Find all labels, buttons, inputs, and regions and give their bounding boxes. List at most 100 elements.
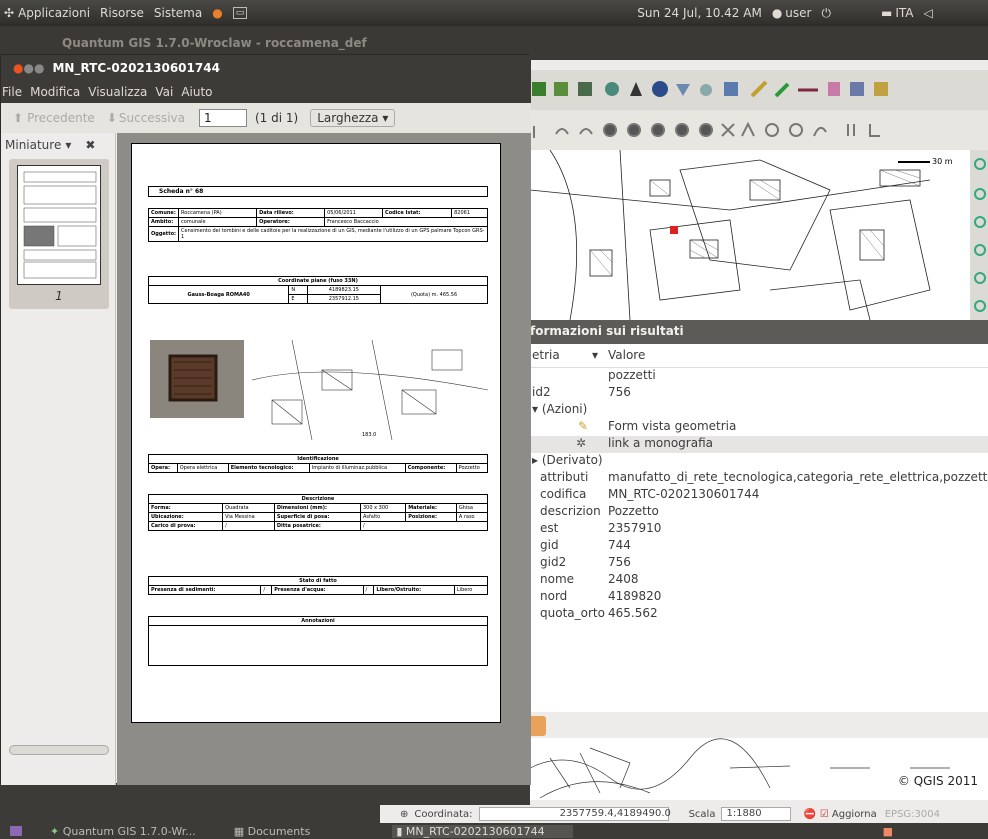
attr-row[interactable]: nord 4189820 xyxy=(530,589,988,606)
doc-label: Comune: xyxy=(147,208,180,218)
stop-render-icon[interactable]: ⛔ xyxy=(803,809,815,820)
doc-value: Roccamena (PA) xyxy=(178,208,258,218)
user-menu[interactable]: user xyxy=(785,6,811,20)
doc-value: (Quota) m. 465.56 xyxy=(380,285,488,304)
attr-row[interactable]: nome 2408 xyxy=(530,572,988,589)
sidebar-mode-select[interactable]: Miniature xyxy=(5,138,61,152)
doc-value: Opera elettrica xyxy=(176,463,229,473)
attr-row[interactable]: descrizion Pozzetto xyxy=(530,504,988,521)
thumbnail[interactable]: 1 xyxy=(9,159,109,309)
action-link-monografia[interactable]: ✲ link a monografia xyxy=(530,436,988,453)
doc-label: Elemento tecnologico: xyxy=(227,463,310,473)
help-button[interactable] xyxy=(530,716,546,736)
render-label: Aggiorna xyxy=(831,808,877,820)
chevron-down-icon[interactable]: ▾ xyxy=(65,138,71,152)
tree-row-derived[interactable]: ▸ (Derivato) xyxy=(530,453,988,470)
overview-map[interactable] xyxy=(530,738,988,800)
task-evince[interactable]: ▮ MN_RTC-0202130601744 xyxy=(392,824,573,838)
trash-icon[interactable]: ■ xyxy=(883,825,893,838)
attr-row[interactable]: est 2357910 xyxy=(530,521,988,538)
zoom-select[interactable]: Larghezza ▾ xyxy=(310,109,396,127)
document-viewer-window: ● ● ● MN_RTC-0202130601744 File Modifica… xyxy=(0,54,531,785)
menu-vai[interactable]: Vai xyxy=(155,85,173,99)
page-input[interactable]: 1 xyxy=(198,109,247,127)
ubuntu-icon[interactable]: ✣ xyxy=(4,6,14,20)
map-canvas[interactable]: 30 m xyxy=(530,150,988,320)
doc-label: Ambito: xyxy=(147,217,180,227)
task-documents[interactable]: ▦ Documents xyxy=(234,825,311,838)
coordinate-icon: ⊕ xyxy=(400,808,409,820)
tree-row[interactable]: id2 756 xyxy=(530,385,988,402)
map-side-toolbar[interactable] xyxy=(970,150,988,320)
doc-value: Francesco Baccaccio xyxy=(324,217,488,227)
menu-modifica[interactable]: Modifica xyxy=(30,85,80,99)
scale-field[interactable]: 1:1880 xyxy=(721,807,792,821)
menu-applicazioni[interactable]: Applicazioni xyxy=(18,6,90,20)
action-form-view[interactable]: ✎ Form vista geometria xyxy=(530,419,988,436)
show-desktop-icon[interactable] xyxy=(10,826,22,836)
task-evince-label: MN_RTC-0202130601744 xyxy=(405,824,545,838)
header-value[interactable]: Valore xyxy=(608,348,645,362)
viewer-menubar: File Modifica Visualizza Vai Aiuto xyxy=(1,81,531,103)
close-icon[interactable]: ● xyxy=(13,61,23,75)
next-button[interactable]: Successiva xyxy=(119,111,185,125)
viewer-titlebar: ● ● ● MN_RTC-0202130601744 xyxy=(1,55,531,81)
doc-value: A raso xyxy=(455,512,489,522)
attr-row[interactable]: attributi manufatto_di_rete_tecnologica,c… xyxy=(530,470,988,487)
viewer-title: MN_RTC-0202130601744 xyxy=(52,61,220,75)
qgis-toolbar-icons[interactable] xyxy=(530,70,988,110)
close-sidebar-icon[interactable]: ✖ xyxy=(85,138,95,152)
previous-button[interactable]: Precedente xyxy=(27,111,95,125)
annotations-box xyxy=(148,625,488,666)
volume-icon[interactable]: ◁ xyxy=(923,6,932,20)
doc-label: Ditta posatrice: xyxy=(273,521,361,531)
doc-value: 4189823.15 xyxy=(306,285,382,295)
doc-label: E xyxy=(288,294,308,304)
maximize-icon[interactable]: ● xyxy=(34,61,44,75)
attr-row[interactable]: codifica MN_RTC-0202130601744 xyxy=(530,487,988,504)
menu-file[interactable]: File xyxy=(2,85,22,99)
folder-icon: ▦ xyxy=(233,824,248,838)
results-tree[interactable]: etria ▾ Valore pozzetti id2 756 ▾ (Azioni… xyxy=(530,344,988,712)
doc-label: Opera: xyxy=(148,463,178,473)
menu-sistema[interactable]: Sistema xyxy=(154,6,202,20)
doc-label: Presenza di sedimenti: xyxy=(147,585,262,595)
header-feature[interactable]: etria xyxy=(532,348,560,362)
doc-label: N xyxy=(288,285,308,295)
clock[interactable]: Sun 24 Jul, 10.42 AM xyxy=(637,6,762,20)
power-icon[interactable]: ⏻ xyxy=(821,6,831,21)
keyboard-icon[interactable]: ▬ xyxy=(881,6,892,20)
coordinate-field[interactable]: 2357759.4,4189490.0 xyxy=(478,807,671,821)
doc-value: Censimento dei tombini e delle caditoie … xyxy=(178,226,488,242)
page-count: (1 di 1) xyxy=(254,111,299,125)
tree-row-actions[interactable]: ▾ (Azioni) xyxy=(530,402,988,419)
menu-aiuto[interactable]: Aiuto xyxy=(181,85,212,99)
menu-risorse[interactable]: Risorse xyxy=(100,6,144,20)
language-indicator[interactable]: ITA xyxy=(895,6,913,20)
chevron-down-icon: ▾ xyxy=(382,111,389,125)
attr-row[interactable]: gid2 756 xyxy=(530,555,988,572)
terminal-icon[interactable]: ▭ xyxy=(232,7,248,19)
menu-visualizza[interactable]: Visualizza xyxy=(88,85,147,99)
crs-button[interactable]: EPSG:3004 xyxy=(885,809,940,820)
bottom-taskbar: ✦ Quantum GIS 1.7.0-Wr... ▦ Documents ▮ … xyxy=(0,823,988,839)
doc-value: Quadrata xyxy=(222,503,275,513)
task-qgis[interactable]: ✦ Quantum GIS 1.7.0-Wr... xyxy=(50,825,196,838)
render-checkbox[interactable]: ☑ xyxy=(820,809,829,820)
document-view[interactable]: Scheda n° 68 Comune: Roccamena (PA) Data r… xyxy=(117,133,531,785)
firefox-icon[interactable]: ● xyxy=(212,6,222,20)
attr-row[interactable]: gid 744 xyxy=(530,538,988,555)
doc-value: Impianto di illuminaz.pubblica xyxy=(308,463,406,473)
scalebar-label: 30 m xyxy=(932,157,953,166)
doc-section-title: Coordinate piane (fuso 33N) xyxy=(148,276,488,286)
sidebar-scrollbar[interactable] xyxy=(9,745,109,755)
results-panel-title: formazioni sui risultati xyxy=(530,320,988,344)
doc-label: Oggetto: xyxy=(147,226,180,242)
overview-map-drawing xyxy=(530,738,950,799)
attr-row[interactable]: quota_orto 465.562 xyxy=(530,606,988,623)
tree-row[interactable]: pozzetti xyxy=(530,368,988,385)
qgis-toolbar-icons-2[interactable] xyxy=(530,110,988,150)
doc-label: Dimensioni (mm): xyxy=(273,503,361,513)
top-panel: ✣ Applicazioni Risorse Sistema ● ▭ Sun 2… xyxy=(0,0,988,26)
minimize-icon[interactable]: ● xyxy=(23,61,33,75)
